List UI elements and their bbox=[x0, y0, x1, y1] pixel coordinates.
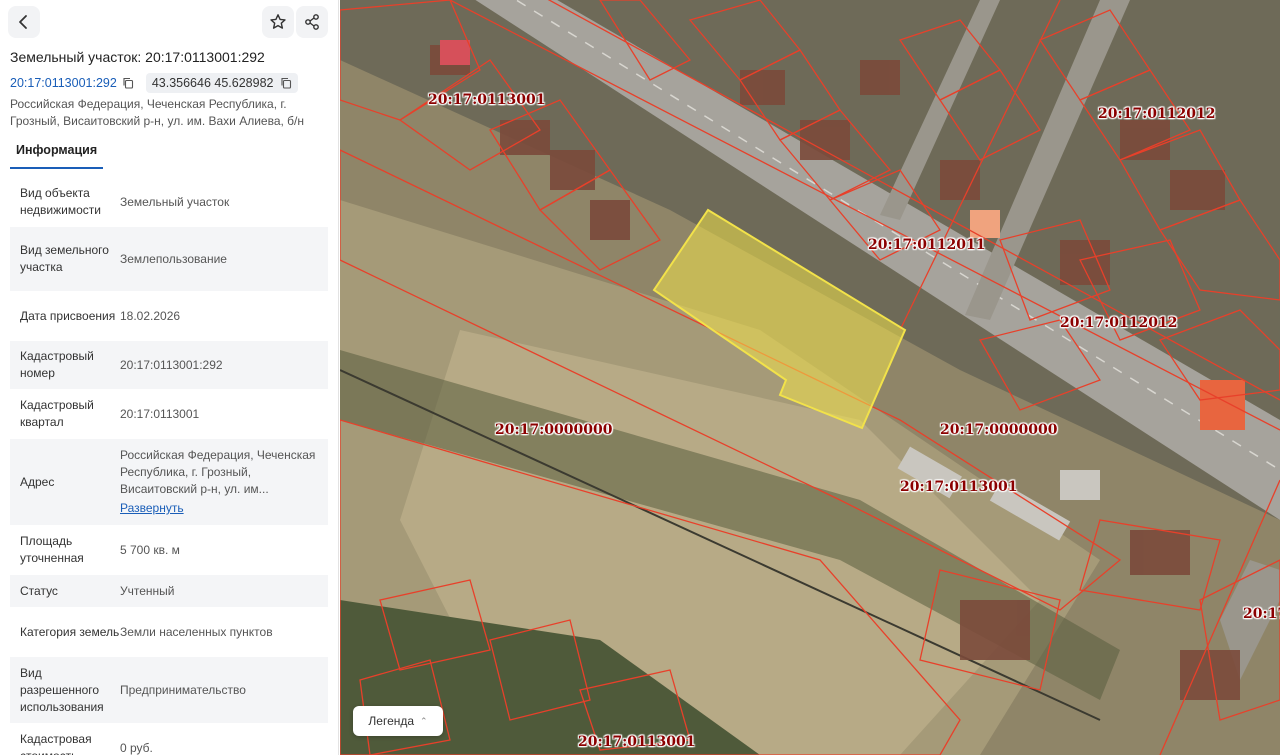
panel-toolbar bbox=[0, 0, 338, 44]
row-key: Адрес bbox=[20, 474, 55, 489]
row-value: Учтенный bbox=[120, 583, 175, 598]
row-key: Статус bbox=[20, 583, 58, 598]
address-text: Российская Федерация, Чеченская Республи… bbox=[10, 97, 305, 128]
map-label: 20:17:0113001 bbox=[900, 479, 1018, 495]
row-key: Категория земель bbox=[20, 624, 120, 639]
row-value: Землепользование bbox=[120, 251, 227, 266]
row-value: Российская Федерация, Чеченская Республи… bbox=[120, 447, 328, 517]
coordinates-chip[interactable]: 43.356646 45.628982 bbox=[145, 73, 299, 93]
row-value: 0 руб. bbox=[120, 740, 153, 755]
table-row: Статус Учтенный bbox=[10, 575, 328, 607]
map-label: 20:17:01 bbox=[1243, 606, 1280, 622]
chevron-up-icon: ⌃ bbox=[420, 715, 428, 726]
cadastral-map[interactable]: 20:17:0113001 20:17:0112012 20:17:011201… bbox=[340, 0, 1280, 755]
table-row: Вид земельного участка Землепользование bbox=[10, 227, 328, 291]
table-row: Вид разрешенного использования Предприни… bbox=[10, 657, 328, 723]
row-key: Вид объекта недвижимости bbox=[20, 186, 101, 217]
row-value: 5 700 кв. м bbox=[120, 542, 180, 557]
map-label: 20:17:0113001 bbox=[428, 92, 546, 108]
tab-information[interactable]: Информация bbox=[10, 140, 104, 169]
table-row: Площадь уточненная 5 700 кв. м bbox=[10, 525, 328, 575]
row-value: 18.02.2026 bbox=[120, 308, 181, 323]
share-button[interactable] bbox=[296, 6, 328, 38]
share-icon bbox=[305, 14, 319, 30]
cadastral-number-link[interactable]: 20:17:0113001:292 bbox=[10, 76, 117, 90]
table-row: Адрес Российская Федерация, Чеченская Ре… bbox=[10, 439, 328, 525]
info-panel: Земельный участок: 20:17:0113001:292 20:… bbox=[0, 0, 339, 755]
map-label: 20:17:0112012 bbox=[1098, 106, 1216, 122]
row-key: Площадь уточненная bbox=[20, 534, 84, 565]
row-value: 20:17:0113001 bbox=[120, 406, 200, 421]
back-button[interactable] bbox=[8, 6, 40, 38]
row-key: Кадастровый номер bbox=[20, 349, 94, 380]
row-key: Вид разрешенного использования bbox=[20, 665, 104, 714]
row-key: Кадастровая стоимость bbox=[20, 732, 92, 755]
row-value: Предпринимательство bbox=[120, 682, 246, 697]
row-value: 20:17:0113001:292 bbox=[120, 357, 223, 372]
table-row: Категория земель Земли населенных пункто… bbox=[10, 607, 328, 657]
map-label: 20:17:0000000 bbox=[495, 422, 613, 438]
table-row: Кадастровый квартал 20:17:0113001 bbox=[10, 389, 328, 439]
identifier-row: 20:17:0113001:292 43.356646 45.628982 bbox=[10, 72, 299, 94]
legend-label: Легенда bbox=[368, 714, 415, 728]
row-key: Вид земельного участка bbox=[20, 243, 109, 274]
coordinates-text: 43.356646 45.628982 bbox=[151, 76, 274, 90]
properties-table: Вид объекта недвижимости Земельный участ… bbox=[10, 177, 328, 755]
row-value-text: Российская Федерация, Чеченская Республи… bbox=[120, 448, 316, 496]
star-icon bbox=[270, 14, 286, 29]
favorite-button[interactable] bbox=[262, 6, 294, 38]
table-row: Вид объекта недвижимости Земельный участ… bbox=[10, 177, 328, 227]
legend-button[interactable]: Легенда ⌃ bbox=[353, 706, 443, 736]
copy-icon[interactable] bbox=[122, 77, 134, 89]
map-label: 20:17:0112012 bbox=[1060, 315, 1178, 331]
row-value: Земли населенных пунктов bbox=[120, 624, 273, 639]
map-label: 20:17:0000000 bbox=[940, 422, 1058, 438]
map-label: 20:17:0113001 bbox=[578, 734, 696, 750]
chevron-left-icon bbox=[19, 15, 27, 29]
copy-icon[interactable] bbox=[280, 77, 292, 89]
row-key: Кадастровый квартал bbox=[20, 398, 94, 429]
row-key: Дата присвоения bbox=[20, 308, 116, 323]
page-title: Земельный участок: 20:17:0113001:292 bbox=[10, 49, 265, 65]
table-row: Кадастровый номер 20:17:0113001:292 bbox=[10, 341, 328, 389]
row-value: Земельный участок bbox=[120, 194, 230, 209]
table-row: Дата присвоения 18.02.2026 bbox=[10, 291, 328, 341]
map-label: 20:17:0112011 bbox=[868, 237, 986, 253]
expand-address-link[interactable]: Развернуть bbox=[120, 500, 320, 517]
table-row: Кадастровая стоимость 0 руб. bbox=[10, 723, 328, 755]
